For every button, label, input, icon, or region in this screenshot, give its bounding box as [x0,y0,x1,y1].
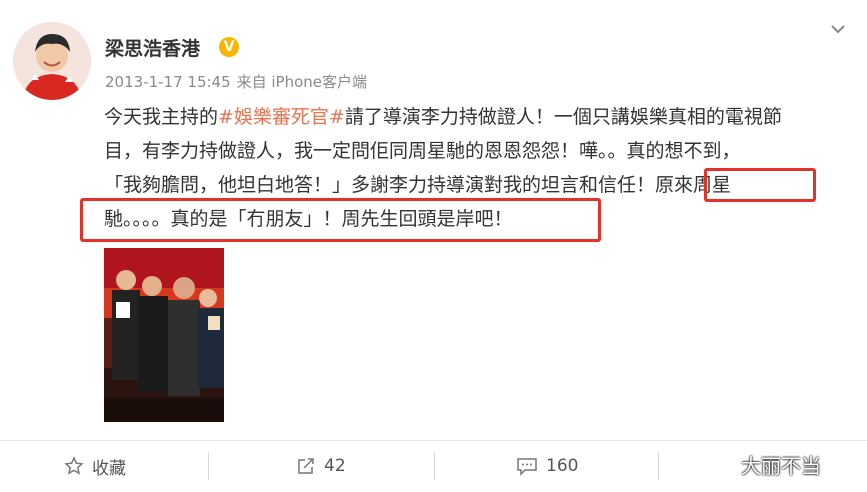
post-text-segment: 今天我主持的 [104,106,219,128]
hashtag-link[interactable]: #娛樂審死官# [218,106,345,128]
footer-divider [0,440,867,441]
star-icon [64,456,84,475]
comment-icon [517,458,537,476]
favorite-label: 收藏 [92,458,126,479]
post-source: 来自 iPhone客户端 [236,73,368,91]
comment-button[interactable]: 160 [516,452,578,480]
action-separator [658,452,659,480]
repost-count: 42 [324,456,346,476]
post-line: 今天我主持的#娛樂審死官#請了導演李力持做證人！一個只講娛樂真相的電視節 [104,100,824,134]
post-date[interactable]: 2013-1-17 15:45 [105,73,231,91]
post-line: 目，有李力持做證人，我一定問佢同周星馳的恩恩怨怨！嘩。。真的想不到， [104,140,741,162]
post-text-segment: 請了導演李力持做證人！一個只講娛樂真相的電視節 [344,106,782,128]
share-icon [298,458,314,474]
action-separator [434,452,435,480]
verified-badge-icon: V [219,37,239,57]
avatar[interactable] [13,22,91,100]
highlight-box [80,198,601,242]
repost-button[interactable]: 42 [296,452,346,480]
action-separator [208,452,209,480]
watermark: 大丽不当 [741,454,821,478]
favorite-button[interactable]: 收藏 [64,452,126,480]
username[interactable]: 梁思浩香港 [105,34,200,61]
post-photo[interactable] [104,248,224,422]
highlight-box [704,168,816,202]
post-meta: 2013-1-17 15:45 来自 iPhone客户端 [105,71,373,92]
more-icon[interactable] [829,20,847,38]
comment-count: 160 [546,456,579,476]
